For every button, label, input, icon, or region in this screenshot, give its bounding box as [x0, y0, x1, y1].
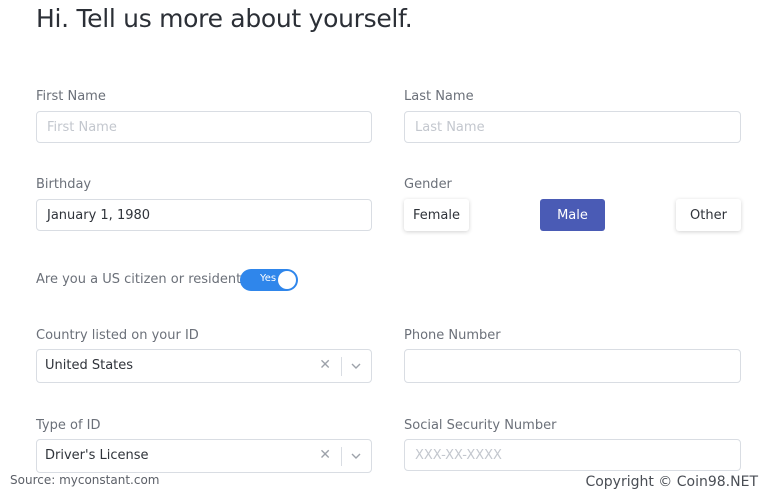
toggle-knob — [278, 271, 296, 289]
select-divider — [341, 447, 342, 466]
country-select[interactable]: United States ✕ — [36, 349, 372, 383]
last-name-field[interactable]: Last Name — [404, 111, 741, 143]
source-caption: Source: myconstant.com — [10, 473, 160, 487]
gender-other-button[interactable]: Other — [676, 199, 741, 231]
birthday-label: Birthday — [36, 177, 92, 192]
phone-field[interactable] — [404, 349, 741, 383]
gender-label: Gender — [404, 177, 452, 192]
first-name-label: First Name — [36, 89, 106, 104]
birthday-field[interactable]: January 1, 1980 — [36, 199, 372, 231]
ssn-label: Social Security Number — [404, 418, 557, 433]
id-type-label: Type of ID — [36, 418, 101, 433]
us-citizen-toggle[interactable]: Yes — [240, 269, 298, 291]
page-title: Hi. Tell us more about yourself. — [36, 4, 413, 33]
first-name-placeholder: First Name — [47, 119, 117, 135]
country-label: Country listed on your ID — [36, 328, 199, 343]
close-icon[interactable]: ✕ — [319, 447, 331, 463]
select-divider — [341, 357, 342, 376]
last-name-placeholder: Last Name — [415, 119, 485, 135]
toggle-text: Yes — [260, 273, 277, 284]
gender-male-button[interactable]: Male — [540, 199, 605, 231]
birthday-value: January 1, 1980 — [47, 207, 151, 223]
country-value: United States — [45, 358, 134, 373]
ssn-placeholder: XXX-XX-XXXX — [415, 447, 502, 463]
close-icon[interactable]: ✕ — [319, 357, 331, 373]
last-name-label: Last Name — [404, 89, 474, 104]
id-type-value: Driver's License — [45, 448, 149, 463]
phone-label: Phone Number — [404, 328, 501, 343]
chevron-down-icon[interactable] — [350, 450, 362, 462]
gender-female-button[interactable]: Female — [404, 199, 469, 231]
ssn-field[interactable]: XXX-XX-XXXX — [404, 439, 741, 471]
first-name-field[interactable]: First Name — [36, 111, 372, 143]
id-type-select[interactable]: Driver's License ✕ — [36, 439, 372, 473]
copyright-caption: Copyright © Coin98.NET — [585, 474, 758, 490]
us-citizen-label: Are you a US citizen or resident? — [36, 272, 249, 287]
chevron-down-icon[interactable] — [350, 360, 362, 372]
